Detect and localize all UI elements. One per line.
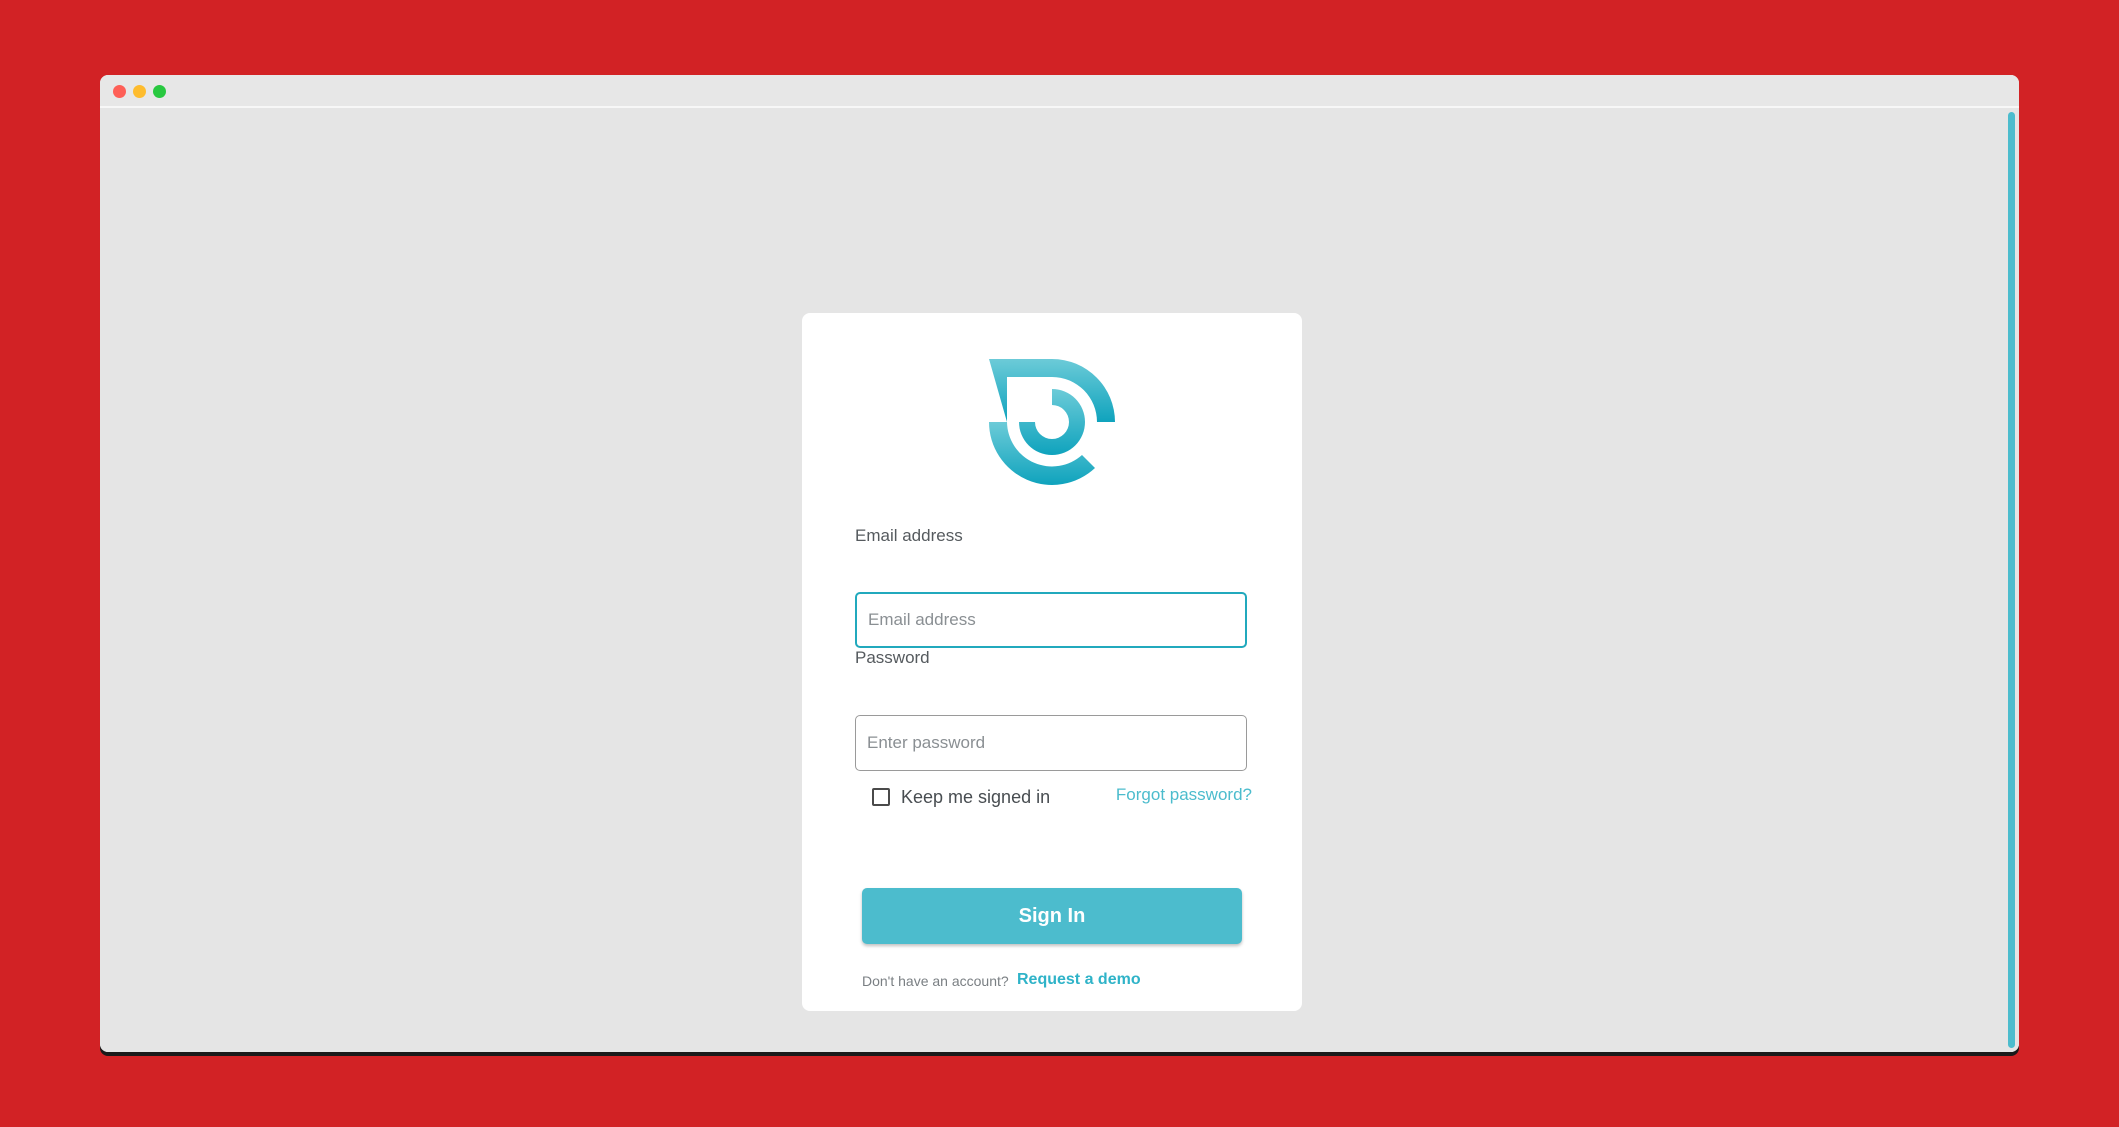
window-minimize-button[interactable] xyxy=(133,85,146,98)
request-demo-link[interactable]: Request a demo xyxy=(1017,971,1141,989)
window-maximize-button[interactable] xyxy=(153,85,166,98)
page-viewport: Email address Password Keep me signed in… xyxy=(100,108,2019,1052)
password-field[interactable] xyxy=(855,715,1247,771)
sign-in-button[interactable]: Sign In xyxy=(862,888,1242,944)
window-close-button[interactable] xyxy=(113,85,126,98)
email-label: Email address xyxy=(855,526,963,545)
password-label: Password xyxy=(855,648,930,667)
no-account-text: Don't have an account? xyxy=(862,973,1009,989)
browser-window: Email address Password Keep me signed in… xyxy=(100,75,2019,1052)
keep-signed-in-checkbox[interactable] xyxy=(872,788,890,806)
vertical-scrollbar[interactable] xyxy=(2008,112,2015,1048)
window-titlebar xyxy=(100,75,2019,108)
keep-signed-in-label[interactable]: Keep me signed in xyxy=(901,787,1050,808)
email-field[interactable] xyxy=(855,592,1247,648)
brand-logo-icon xyxy=(989,359,1115,485)
forgot-password-link[interactable]: Forgot password? xyxy=(1116,785,1252,805)
login-card: Email address Password Keep me signed in… xyxy=(802,313,1302,1011)
